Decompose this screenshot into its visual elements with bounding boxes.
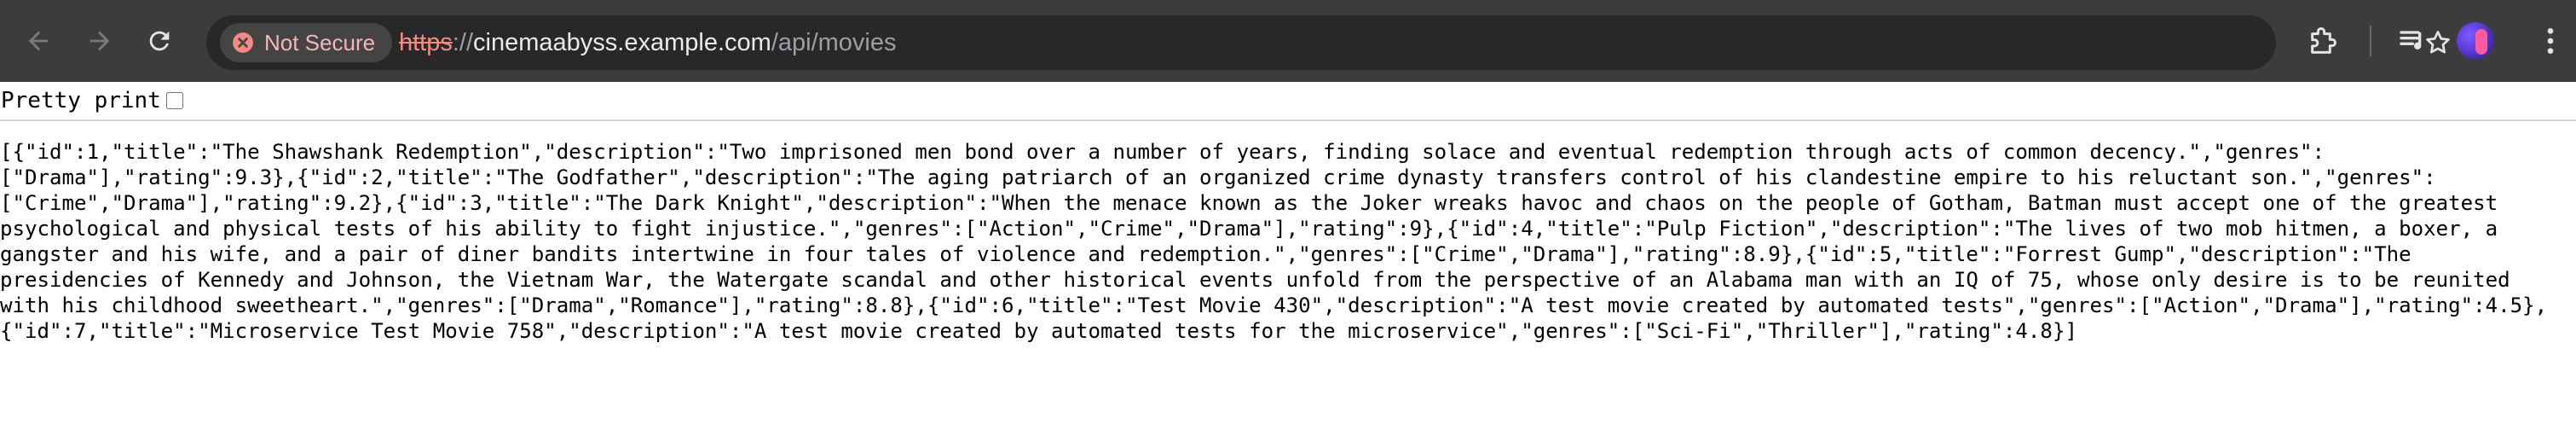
url-scheme: https	[399, 29, 453, 56]
reload-icon	[149, 31, 170, 51]
browser-toolbar: Not Secure https://cinemaabyss.example.c…	[0, 0, 2576, 82]
address-bar[interactable]: Not Secure https://cinemaabyss.example.c…	[206, 15, 2450, 70]
url-host: cinemaabyss.example.com	[473, 29, 771, 56]
profile-avatar[interactable]	[2457, 22, 2494, 60]
site-security-chip[interactable]: Not Secure	[220, 23, 393, 62]
json-response-body: [{"id":1,"title":"The Shawshank Redempti…	[0, 140, 2548, 343]
pretty-print-checkbox[interactable]	[165, 92, 183, 109]
url-separator: ://	[452, 29, 474, 56]
forward-button[interactable]	[79, 20, 120, 61]
arrow-left-icon	[28, 31, 49, 51]
warning-circle-icon	[233, 32, 253, 53]
pretty-print-bar: Pretty print	[0, 84, 2576, 117]
puzzle-piece-icon[interactable]	[2307, 24, 2341, 58]
reload-button[interactable]	[139, 20, 180, 61]
arrow-right-icon	[90, 31, 110, 51]
not-secure-label: Not Secure	[264, 29, 376, 55]
three-dots-vertical-icon[interactable]	[2533, 24, 2567, 58]
pretty-print-label[interactable]: Pretty print	[1, 88, 161, 113]
pretty-print-divider	[0, 119, 2576, 121]
back-button[interactable]	[18, 20, 59, 61]
media-playlist-icon[interactable]	[2397, 24, 2431, 58]
toolbar-divider	[2370, 26, 2371, 56]
url-text[interactable]: https://cinemaabyss.example.com/api/movi…	[399, 15, 896, 70]
url-path: /api/movies	[771, 29, 897, 56]
